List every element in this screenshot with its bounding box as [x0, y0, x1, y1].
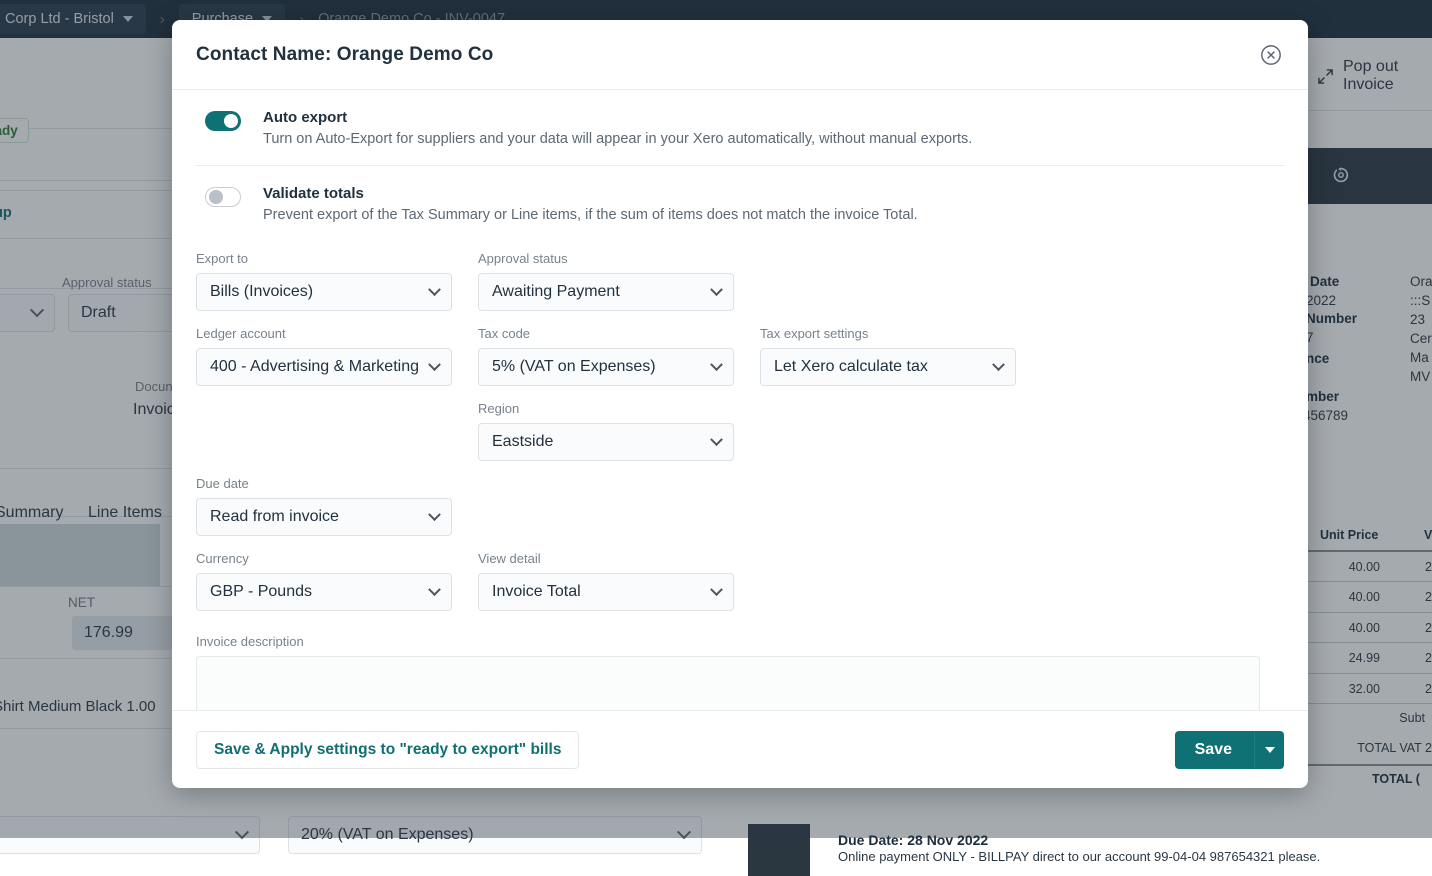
approval-status-label: Approval status [478, 251, 760, 266]
modal-title: Contact Name: Orange Demo Co [196, 44, 493, 66]
currency-label: Currency [196, 551, 478, 566]
chevron-down-icon [710, 433, 723, 446]
due-date-field: Due date Read from invoice [196, 476, 478, 551]
modal-header: Contact Name: Orange Demo Co [172, 20, 1308, 90]
tax-export-settings-field: Tax export settings Let Xero calculate t… [760, 326, 1042, 401]
view-detail-field: View detail Invoice Total [478, 551, 760, 626]
grid-spacer [760, 251, 1042, 326]
export-to-label: Export to [196, 251, 478, 266]
modal-body: Auto export Turn on Auto-Export for supp… [172, 90, 1308, 710]
save-and-apply-button[interactable]: Save & Apply settings to "ready to expor… [196, 731, 579, 769]
ledger-account-label: Ledger account [196, 326, 478, 341]
region-value: Eastside [492, 433, 553, 451]
chevron-down-icon [428, 283, 441, 296]
grid-spacer [760, 401, 1042, 476]
invoice-description-field: Invoice description [196, 626, 1284, 710]
save-button[interactable]: Save [1175, 731, 1254, 769]
tax-code-select[interactable]: 5% (VAT on Expenses) [478, 348, 734, 386]
validate-totals-toggle[interactable] [205, 187, 241, 207]
approval-status-select[interactable]: Awaiting Payment [478, 273, 734, 311]
grid-spacer [196, 401, 478, 476]
approval-status-field: Approval status Awaiting Payment [478, 251, 760, 326]
save-options-button[interactable] [1254, 731, 1284, 769]
chevron-down-icon [710, 358, 723, 371]
chevron-down-icon [428, 358, 441, 371]
due-date-label: Due date [196, 476, 478, 491]
chevron-down-icon [428, 508, 441, 521]
caret-down-icon [1265, 747, 1275, 753]
region-select[interactable]: Eastside [478, 423, 734, 461]
tax-export-settings-select[interactable]: Let Xero calculate tax [760, 348, 1016, 386]
validate-totals-description: Prevent export of the Tax Summary or Lin… [263, 207, 918, 223]
view-detail-select[interactable]: Invoice Total [478, 573, 734, 611]
export-to-field: Export to Bills (Invoices) [196, 251, 478, 326]
currency-value: GBP - Pounds [210, 583, 312, 601]
toggle-knob [224, 114, 238, 128]
tax-code-field: Tax code 5% (VAT on Expenses) [478, 326, 760, 401]
validate-totals-row: Validate totals Prevent export of the Ta… [196, 165, 1284, 241]
settings-grid: Export to Bills (Invoices) Approval stat… [196, 241, 1284, 626]
close-circle-icon[interactable] [1260, 44, 1282, 66]
grid-spacer [478, 476, 760, 551]
auto-export-toggle[interactable] [205, 111, 241, 131]
view-detail-label: View detail [478, 551, 760, 566]
auto-export-description: Turn on Auto-Export for suppliers and yo… [263, 131, 972, 147]
due-date-select[interactable]: Read from invoice [196, 498, 452, 536]
modal-footer: Save & Apply settings to "ready to expor… [172, 710, 1308, 788]
tax-code-label: Tax code [478, 326, 760, 341]
export-to-select[interactable]: Bills (Invoices) [196, 273, 452, 311]
due-date-value: Read from invoice [210, 508, 339, 526]
ledger-account-field: Ledger account 400 - Advertising & Marke… [196, 326, 478, 401]
region-label: Region [478, 401, 760, 416]
toggle-knob [209, 190, 223, 204]
chevron-down-icon [710, 283, 723, 296]
due-date-instructions: Online payment ONLY - BILLPAY direct to … [838, 849, 1320, 864]
contact-settings-modal: Contact Name: Orange Demo Co Auto export… [172, 20, 1308, 788]
currency-field: Currency GBP - Pounds [196, 551, 478, 626]
validate-totals-title: Validate totals [263, 185, 918, 202]
grid-spacer [760, 551, 1042, 626]
invoice-description-label: Invoice description [196, 634, 1284, 649]
currency-select[interactable]: GBP - Pounds [196, 573, 452, 611]
save-split-button: Save [1175, 731, 1284, 769]
region-field: Region Eastside [478, 401, 760, 476]
tax-code-value: 5% (VAT on Expenses) [492, 358, 656, 376]
auto-export-title: Auto export [263, 109, 972, 126]
view-detail-value: Invoice Total [492, 583, 581, 601]
ledger-account-value: 400 - Advertising & Marketing [210, 358, 419, 376]
approval-status-value: Awaiting Payment [492, 283, 620, 301]
invoice-description-input[interactable] [196, 656, 1260, 710]
chevron-down-icon [710, 583, 723, 596]
grid-spacer [760, 476, 1042, 551]
chevron-down-icon [992, 358, 1005, 371]
tax-export-settings-value: Let Xero calculate tax [774, 358, 928, 376]
chevron-down-icon [428, 583, 441, 596]
tax-export-settings-label: Tax export settings [760, 326, 1042, 341]
ledger-account-select[interactable]: 400 - Advertising & Marketing [196, 348, 452, 386]
auto-export-row: Auto export Turn on Auto-Export for supp… [196, 90, 1284, 165]
export-to-value: Bills (Invoices) [210, 283, 313, 301]
